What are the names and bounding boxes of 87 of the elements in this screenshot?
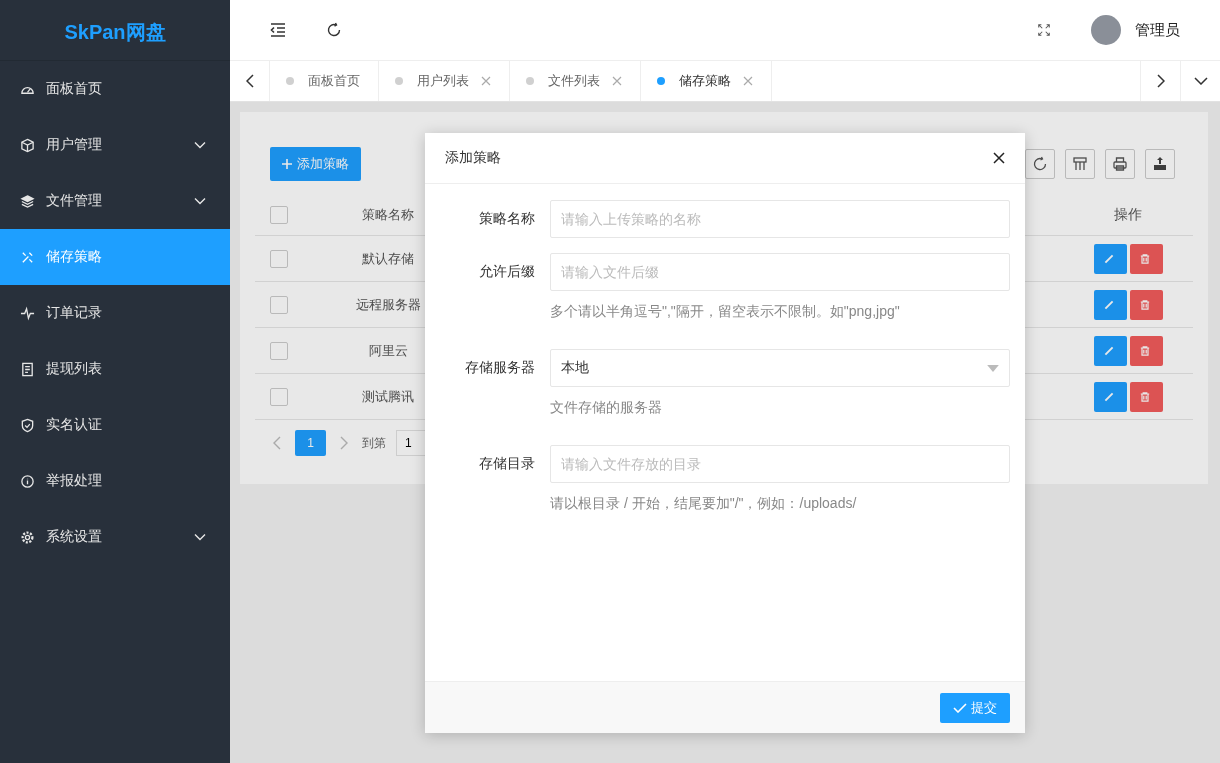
document-icon (20, 361, 35, 377)
table-cell: 默认存储 (362, 250, 414, 266)
table-cell: 远程服务器 (355, 296, 421, 312)
shield-check-icon (20, 417, 35, 433)
pencil-icon (1102, 390, 1115, 403)
chevron-right-icon (1156, 74, 1165, 88)
tab-label: 储存策略 (679, 72, 731, 90)
check-icon (953, 702, 967, 713)
row-checkbox[interactable] (270, 249, 288, 268)
text-field[interactable]: 请输入文件后缀 (550, 253, 1010, 291)
select-field[interactable]: 本地 (550, 349, 1010, 387)
field-help-text: 多个请以半角逗号","隔开，留空表示不限制。如"png,jpg" (550, 303, 901, 321)
refresh-icon (1032, 156, 1048, 172)
field-help-text: 请以根目录 / 开始，结尾要加"/"，例如：/uploads/ (550, 495, 858, 513)
edit-button[interactable] (1093, 289, 1127, 320)
tab-label: 面板首页 (308, 72, 360, 90)
columns-icon (1072, 156, 1088, 172)
export-button[interactable] (1145, 149, 1175, 179)
pulse-icon (20, 305, 35, 321)
pencil-icon (1102, 252, 1115, 265)
delete-button[interactable] (1129, 335, 1163, 366)
avatar[interactable] (1091, 15, 1121, 45)
row-checkbox[interactable] (270, 387, 288, 406)
export-icon (1152, 156, 1168, 172)
sidebar-item[interactable]: 面板首页 (0, 61, 230, 117)
row-checkbox[interactable] (270, 341, 288, 360)
field-help-text: 文件存储的服务器 (550, 399, 663, 417)
print-button[interactable] (1105, 149, 1135, 179)
plus-icon (282, 159, 292, 169)
row-checkbox[interactable] (270, 295, 288, 314)
trash-icon (1138, 298, 1151, 311)
select-all-checkbox[interactable] (270, 206, 288, 224)
sidebar-item[interactable]: 用户管理 (0, 117, 230, 173)
trash-icon (1138, 390, 1151, 403)
pencil-icon (1102, 298, 1115, 311)
delete-button[interactable] (1129, 243, 1163, 274)
column-header: 操作 (1113, 206, 1143, 224)
settings-icon (20, 529, 35, 545)
tab-label: 用户列表 (417, 72, 469, 90)
chevron-left-icon (245, 74, 254, 88)
caret-icon (987, 364, 999, 372)
field-label: 存储服务器 (464, 359, 536, 377)
trash-icon (1138, 344, 1151, 357)
fullscreen-icon[interactable] (1037, 23, 1051, 37)
tab-label: 文件列表 (548, 72, 600, 90)
sidebar-item[interactable]: 举报处理 (0, 453, 230, 509)
refresh-button[interactable] (1025, 149, 1055, 179)
chevron-down-icon (194, 533, 206, 541)
dialog-title: 添加策略 (445, 149, 502, 167)
chevron-right-icon[interactable] (340, 436, 348, 450)
page-tab[interactable]: 用户列表 (379, 61, 510, 101)
sidebar-item[interactable]: 实名认证 (0, 397, 230, 453)
text-field[interactable]: 请输入文件存放的目录 (550, 445, 1010, 483)
delete-button[interactable] (1129, 381, 1163, 412)
sidebar-item[interactable]: 订单记录 (0, 285, 230, 341)
chevron-left-icon[interactable] (273, 436, 281, 450)
field-label: 允许后缀 (478, 263, 536, 281)
chevron-down-icon (194, 141, 206, 149)
user-name[interactable]: 管理员 (1135, 20, 1180, 40)
layers-icon (20, 193, 35, 209)
page-tab[interactable]: 储存策略 (641, 61, 772, 101)
delete-button[interactable] (1129, 289, 1163, 320)
edit-button[interactable] (1093, 243, 1127, 274)
page-tab[interactable]: 文件列表 (510, 61, 641, 101)
column-header: 策略名称 (362, 207, 414, 222)
columns-button[interactable] (1065, 149, 1095, 179)
cube-icon (20, 137, 35, 153)
menu-fold-icon[interactable] (270, 23, 286, 37)
table-cell: 阿里云 (368, 342, 408, 358)
pencil-icon (1102, 344, 1115, 357)
field-label: 存储目录 (478, 455, 536, 473)
printer-icon (1112, 156, 1128, 172)
field-label: 策略名称 (478, 210, 536, 228)
trash-icon (1138, 252, 1151, 265)
edit-button[interactable] (1093, 381, 1127, 412)
goto-label: 到第 (362, 434, 386, 452)
table-cell: 测试腾讯 (362, 388, 414, 404)
edit-button[interactable] (1093, 335, 1127, 366)
refresh-icon[interactable] (326, 22, 342, 38)
chevron-down-icon (194, 197, 206, 205)
close-icon[interactable] (993, 152, 1005, 164)
info-icon (20, 473, 35, 489)
sidebar-item[interactable]: 文件管理 (0, 173, 230, 229)
sidebar-item[interactable]: 提现列表 (0, 341, 230, 397)
page-tab[interactable]: 面板首页 (270, 61, 379, 101)
chevron-down-icon (1193, 77, 1208, 85)
sidebar-item[interactable]: 系统设置 (0, 509, 230, 565)
